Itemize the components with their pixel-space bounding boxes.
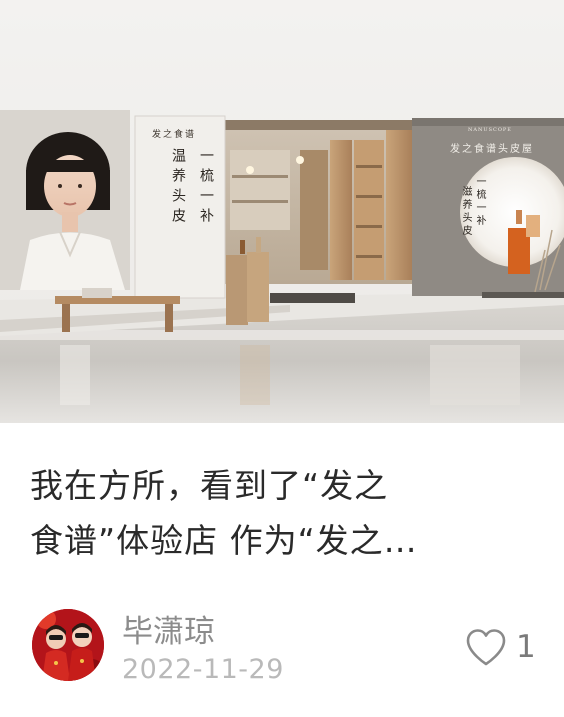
poster-brand-small: 发之食谱	[152, 130, 197, 140]
heart-outline-icon	[466, 629, 506, 666]
post-title-line-1: 我在方所，看到了“发之	[30, 466, 389, 505]
avatar-image	[32, 609, 104, 681]
post-title[interactable]: 我在方所，看到了“发之 食谱”体验店 作为“发之…	[30, 458, 535, 568]
post-date: 2022-11-29	[122, 654, 284, 685]
post-card[interactable]: 发之食谱 温养头皮 一梳一补 NANUSCOPE 发之食谱头皮屋 一梳一补 滋养…	[0, 0, 564, 717]
store-wall-text: 滋养头皮	[460, 186, 471, 238]
store-wall-text: 一梳一补	[474, 176, 485, 228]
store-sign: 发之食谱头皮屋	[450, 144, 534, 155]
store-brand-logo: NANUSCOPE	[468, 127, 512, 133]
author-avatar[interactable]	[32, 609, 104, 681]
like-button[interactable]: 1	[464, 622, 544, 672]
cover-image[interactable]: 发之食谱 温养头皮 一梳一补 NANUSCOPE 发之食谱头皮屋 一梳一补 滋养…	[0, 0, 564, 423]
like-count: 1	[516, 629, 536, 665]
author-name[interactable]: 毕潇琼	[122, 606, 215, 651]
poster-column-text: 温养头皮	[170, 148, 186, 228]
poster-column-text: 一梳一补	[198, 148, 214, 228]
post-title-line-2: 食谱”体验店 作为“发之…	[30, 521, 418, 560]
